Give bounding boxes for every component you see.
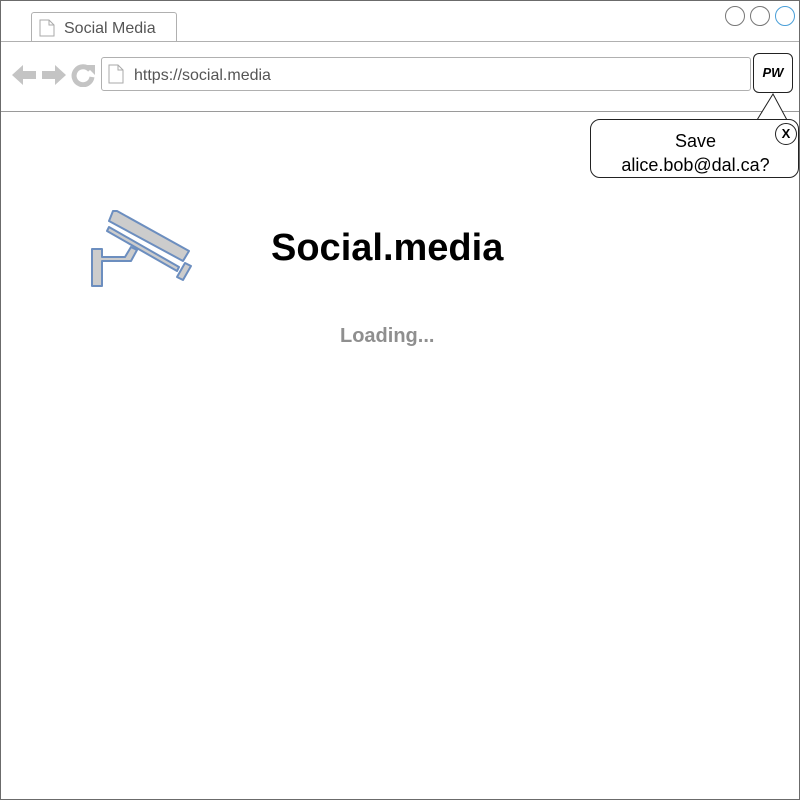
popup-close-button[interactable]: X (775, 123, 797, 145)
popup-line-save: Save (674, 131, 717, 151)
reload-icon[interactable] (71, 63, 97, 87)
address-bar[interactable]: https://social.media (101, 57, 751, 91)
forward-arrow-icon[interactable] (41, 63, 67, 87)
close-button[interactable] (775, 6, 795, 26)
maximize-button[interactable] (750, 6, 770, 26)
security-camera-icon (91, 210, 192, 287)
password-manager-button[interactable]: PW (753, 53, 793, 93)
url-text: https://social.media (134, 67, 271, 84)
tab-social-media[interactable]: Social Media (31, 12, 177, 42)
tab-label: Social Media (64, 20, 156, 37)
loading-status: Loading... (340, 325, 435, 347)
minimize-button[interactable] (725, 6, 745, 26)
toolbar-divider (1, 111, 799, 112)
title-bar: Social Media (1, 1, 799, 42)
page-icon (39, 19, 55, 37)
back-arrow-icon[interactable] (11, 63, 37, 87)
popup-line-email: alice.bob@dal.ca? (621, 155, 770, 175)
site-title: Social.media (271, 227, 504, 269)
page-icon (108, 64, 124, 84)
browser-window: Social Media https://social.media PW Sav… (0, 0, 800, 800)
popup-message: Save alice.bob@dal.ca? (599, 129, 792, 177)
popup-pointer (756, 93, 788, 121)
save-password-popup: Save alice.bob@dal.ca? (590, 119, 799, 178)
